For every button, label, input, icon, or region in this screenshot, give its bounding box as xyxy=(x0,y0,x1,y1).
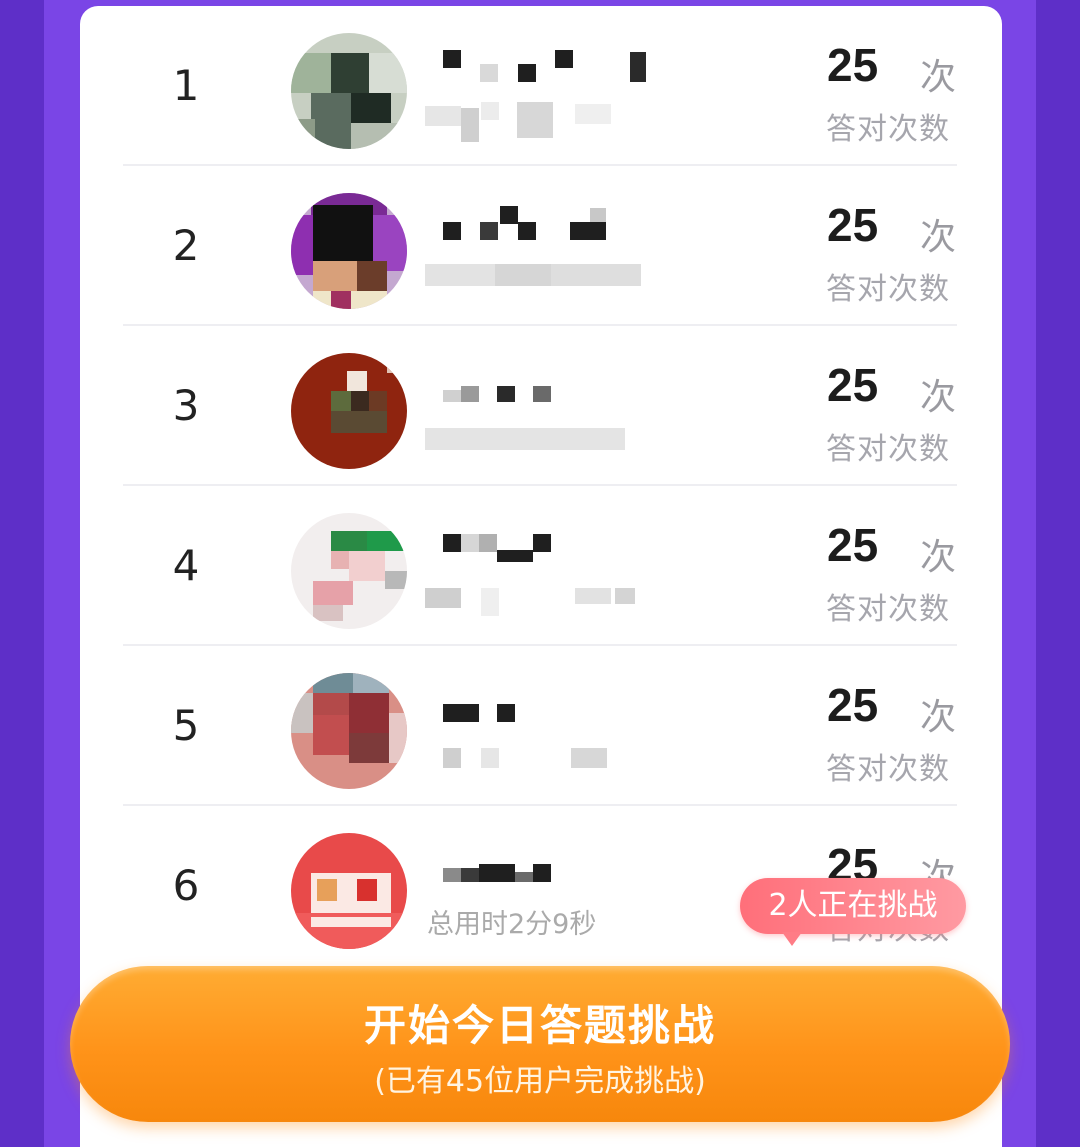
pixelated-time xyxy=(425,262,645,302)
total-time: 总用时2分9秒 xyxy=(427,909,597,940)
score-value: 25 xyxy=(827,39,879,91)
start-challenge-button[interactable]: 开始今日答题挑战 (已有45位用户完成挑战) xyxy=(70,966,1010,1122)
rank-number: 6 xyxy=(172,861,200,910)
pixelated-name xyxy=(440,362,650,402)
pixelated-time xyxy=(425,582,645,622)
score-label: 答对次数 xyxy=(826,752,950,787)
score-value: 25 xyxy=(827,679,879,731)
score-label: 答对次数 xyxy=(826,272,950,307)
pixelated-time xyxy=(425,102,645,144)
rank-number: 3 xyxy=(172,381,200,430)
avatar[interactable] xyxy=(291,833,407,949)
avatar[interactable] xyxy=(291,353,407,469)
score-value: 25 xyxy=(827,519,879,571)
pixelated-name xyxy=(440,522,650,562)
score-label: 答对次数 xyxy=(826,432,950,467)
rank-number: 4 xyxy=(172,541,200,590)
start-challenge-title: 开始今日答题挑战 xyxy=(363,1001,716,1050)
leaderboard-row[interactable]: 3 25 次 答对次数 xyxy=(80,326,1002,486)
rank-number: 1 xyxy=(172,61,200,110)
pixelated-name xyxy=(440,202,650,242)
pixelated-name xyxy=(440,842,650,882)
avatar[interactable] xyxy=(291,513,407,629)
challengers-bubble: 2人正在挑战 xyxy=(740,878,966,934)
leaderboard-row[interactable]: 2 25 次 答对次数 xyxy=(80,166,1002,326)
score-unit: 次 xyxy=(920,377,957,418)
avatar[interactable] xyxy=(291,193,407,309)
rank-number: 2 xyxy=(172,221,200,270)
pixelated-time xyxy=(425,742,645,782)
pixelated-name xyxy=(440,42,650,82)
leaderboard-row[interactable]: 4 25 次 答对次数 xyxy=(80,486,1002,646)
bubble-tail xyxy=(782,932,802,946)
score-value: 25 xyxy=(827,199,879,251)
pixelated-time xyxy=(425,422,645,462)
background-right xyxy=(1036,0,1080,1147)
start-challenge-subtitle: (已有45位用户完成挑战) xyxy=(374,1064,706,1099)
avatar[interactable] xyxy=(291,33,407,149)
score-unit: 次 xyxy=(920,697,957,738)
leaderboard-row[interactable]: 5 25 次 答对次数 xyxy=(80,646,1002,806)
score-value: 25 xyxy=(827,359,879,411)
score-unit: 次 xyxy=(920,57,957,98)
rank-number: 5 xyxy=(172,701,200,750)
score-unit: 次 xyxy=(920,537,957,578)
score-label: 答对次数 xyxy=(826,112,950,147)
pixelated-name xyxy=(440,682,650,722)
leaderboard-row[interactable]: 1 25 次 答对次数 xyxy=(80,6,1002,166)
avatar[interactable] xyxy=(291,673,407,789)
score-label: 答对次数 xyxy=(826,592,950,627)
score-unit: 次 xyxy=(920,217,957,258)
background-left xyxy=(0,0,44,1147)
